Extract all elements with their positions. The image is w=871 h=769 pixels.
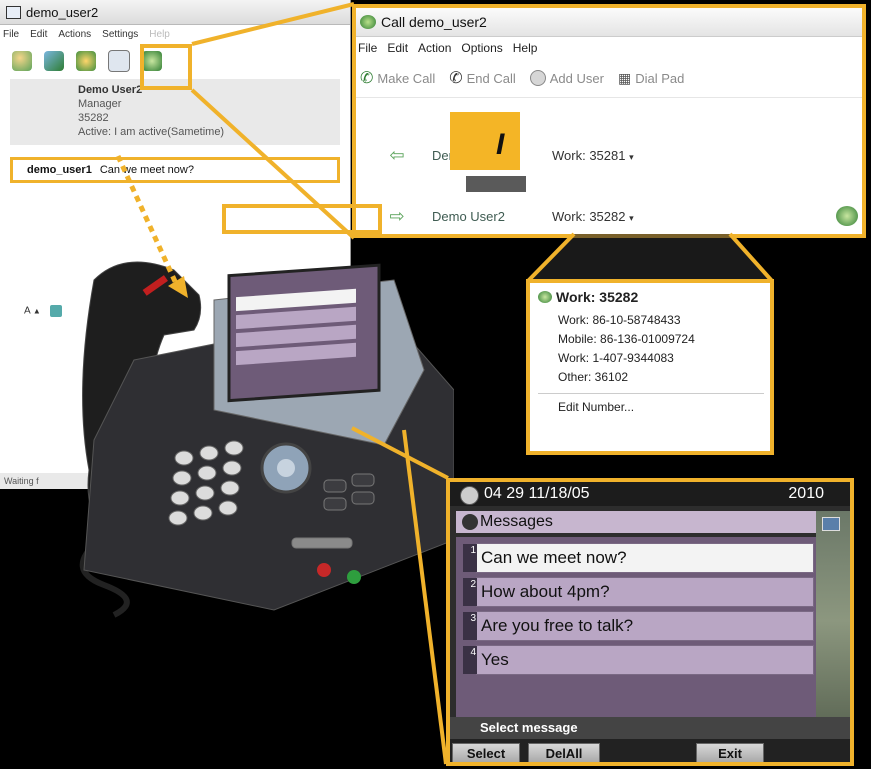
select-message-prompt: Select message: [450, 717, 850, 739]
message-item[interactable]: 4 Yes: [463, 645, 814, 675]
number-menu-header[interactable]: Work: 35282: [538, 289, 764, 305]
number-menu-item[interactable]: Work: 86-10-58748433: [538, 311, 764, 330]
number-menu-frame: Work: 35282 Work: 86-10-58748433 Mobile:…: [526, 279, 774, 455]
dotted-arrow: [115, 154, 181, 290]
messages-title: Messages: [456, 511, 816, 533]
number-menu-item[interactable]: Work: 1-407-9344083: [538, 349, 764, 368]
message-item[interactable]: 3 Are you free to talk?: [463, 611, 814, 641]
phone-status-bar: 04 29 11/18/05 2010: [450, 482, 850, 506]
connector-line: [191, 2, 355, 46]
select-softkey[interactable]: Select: [452, 743, 520, 762]
phone-wallpaper: [816, 511, 850, 731]
phone-icon: [538, 291, 552, 303]
exit-softkey[interactable]: Exit: [696, 743, 764, 762]
number-menu-item[interactable]: Other: 36102: [538, 368, 764, 387]
message-item[interactable]: 2 How about 4pm?: [463, 577, 814, 607]
menu-separator: [538, 393, 764, 394]
globe-icon: [460, 486, 479, 505]
softkey-bar: Select DelAll Exit: [450, 739, 850, 762]
connector-line: [190, 88, 356, 240]
message-list: 1 Can we meet now? 2 How about 4pm? 3 Ar…: [456, 537, 816, 717]
connector-line: [402, 429, 448, 765]
message-item[interactable]: 1 Can we meet now?: [463, 543, 814, 573]
dotted-arrow-head: [168, 276, 188, 298]
number-menu: Work: 35282 Work: 86-10-58748433 Mobile:…: [538, 289, 764, 414]
phone-screen: 04 29 11/18/05 2010 Messages 1 Can we me…: [446, 478, 854, 766]
edit-number-item[interactable]: Edit Number...: [538, 400, 764, 414]
connector-line: [351, 426, 449, 480]
phone-year: 2010: [788, 485, 824, 502]
delall-softkey[interactable]: DelAll: [528, 743, 600, 762]
phone-status-line: 04 29 11/18/05: [484, 485, 590, 502]
number-menu-item[interactable]: Mobile: 86-136-01009724: [538, 330, 764, 349]
messages-icon: [462, 514, 478, 530]
line-phone-icon: [822, 517, 840, 531]
